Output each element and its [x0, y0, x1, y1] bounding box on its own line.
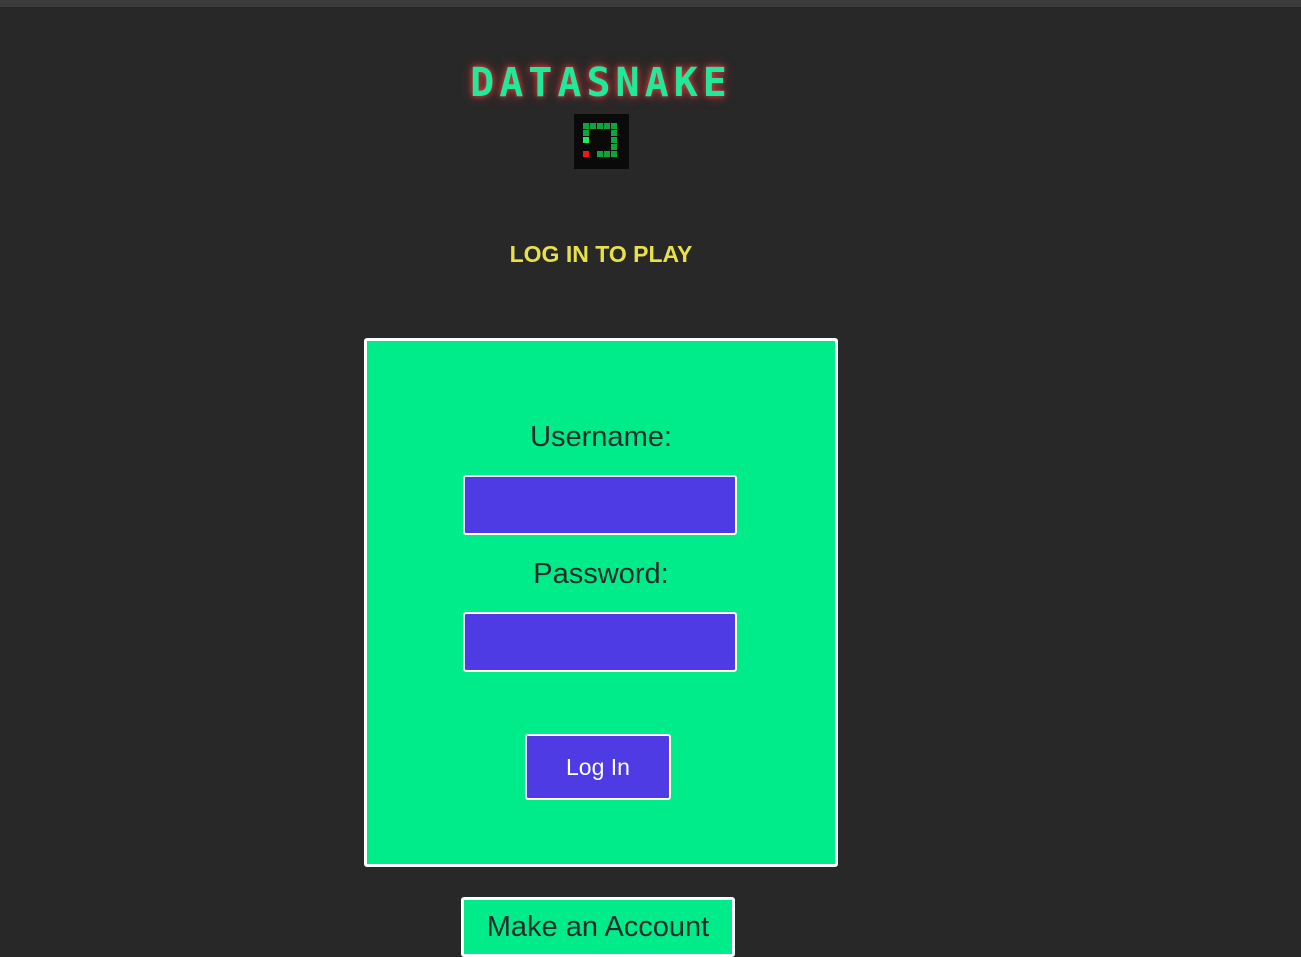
app-title: DATASNAKE — [470, 60, 732, 106]
login-prompt: LOG IN TO PLAY — [509, 241, 693, 267]
snake-game-icon — [574, 114, 629, 169]
login-form: Username: Password: Log In — [364, 338, 838, 867]
login-button[interactable]: Log In — [525, 734, 671, 800]
password-input[interactable] — [463, 612, 737, 672]
password-label: Password: — [533, 558, 669, 590]
username-input[interactable] — [463, 475, 737, 535]
username-label: Username: — [530, 421, 672, 453]
make-account-button[interactable]: Make an Account — [461, 897, 735, 957]
browser-top-bar — [0, 0, 1301, 7]
